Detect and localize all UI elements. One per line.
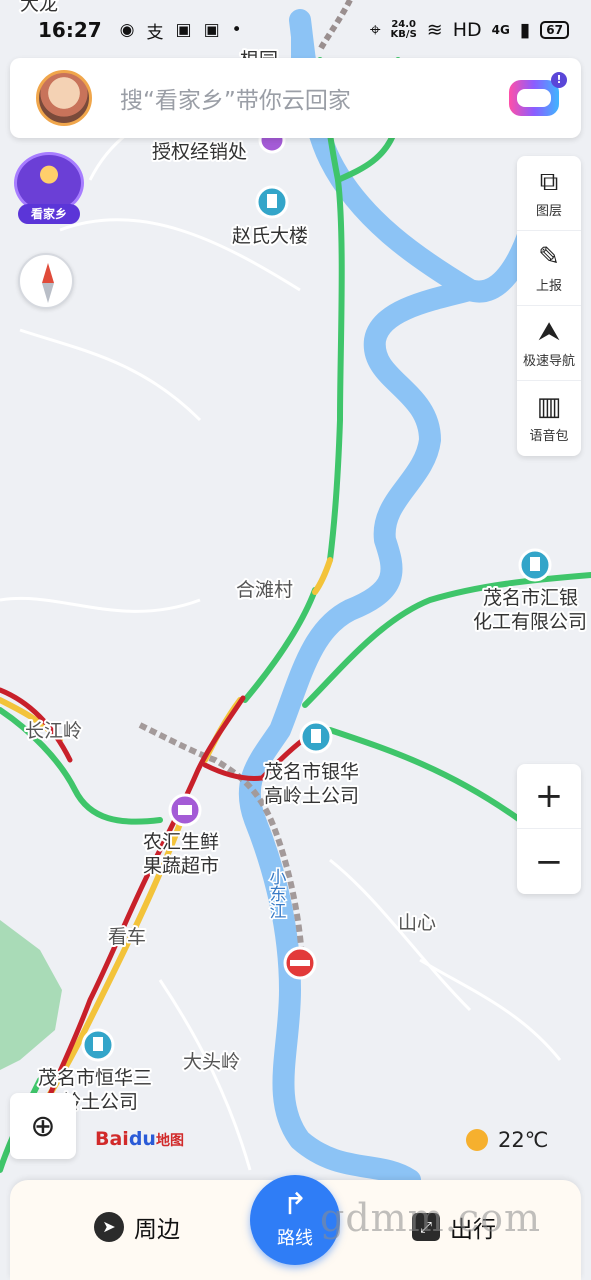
zoom-control: + − <box>517 764 581 894</box>
location-icon: ⌖ <box>369 19 381 41</box>
signal-icon: ▮ <box>519 19 531 41</box>
voice-pack-button[interactable]: ▥ 语音包 <box>517 381 581 456</box>
logo-map: 地图 <box>155 1133 184 1149</box>
avatar[interactable] <box>36 70 92 126</box>
nearby-button[interactable]: ➤ 周边 <box>94 1210 180 1244</box>
map-toolbar: ⧉ 图层 ✎ 上报 ⮝ 极速导航 ▥ 语音包 <box>517 156 581 456</box>
watermark: gdmm.com <box>320 1196 541 1240</box>
route-turn-arrow-icon: ↱ <box>282 1187 308 1222</box>
hd-label: HD <box>452 19 482 41</box>
map-label[interactable]: 农汇生鲜 <box>141 829 221 855</box>
battery-level: 67 <box>540 21 569 39</box>
map-label[interactable]: 茂名市恒华三 <box>36 1065 154 1091</box>
fast-navigation-button[interactable]: ⮝ 极速导航 <box>517 306 581 381</box>
navigation-arrow-icon: ⮝ <box>537 316 561 347</box>
wechat-icon: ◉ <box>119 20 135 40</box>
map-label[interactable]: 茂名市银华 <box>262 759 361 785</box>
zoom-in-button[interactable]: + <box>517 764 581 829</box>
app-icon: ▣ <box>203 20 220 40</box>
dot-icon: • <box>231 20 242 40</box>
map-canvas[interactable]: 大龙 根园 授权经销处 赵氏大楼 合滩村 茂名市汇银 化工有限公司 长江岭 茂名… <box>0 0 591 1280</box>
baidu-map-logo: Baidu地图 <box>95 1128 184 1150</box>
map-label: 看车 <box>108 926 146 948</box>
notification-badge: ! <box>551 72 567 88</box>
kanjiaxiang-label: 看家乡 <box>18 204 80 224</box>
logo-bai: Bai <box>95 1128 129 1150</box>
alipay-icon: 支 <box>146 22 164 43</box>
report-button[interactable]: ✎ 上报 <box>517 231 581 306</box>
map-label[interactable]: 授权经销处 <box>150 139 249 165</box>
weather-widget[interactable]: 22℃ <box>466 1128 548 1152</box>
poi-marker-huiyin <box>518 548 552 582</box>
map-label: 合滩村 <box>236 579 293 601</box>
net-speed: 24.0 KB/S <box>391 20 417 40</box>
voice-pack-icon: ▥ <box>536 392 562 422</box>
compass-icon[interactable] <box>18 253 74 309</box>
river-label: 小东江 <box>267 868 287 919</box>
crosshair-icon: ⊕ <box>30 1108 56 1144</box>
zoom-out-button[interactable]: − <box>517 829 581 894</box>
temperature: 22℃ <box>498 1128 549 1152</box>
tool-label: 语音包 <box>529 429 569 444</box>
locate-me-button[interactable]: ⊕ <box>10 1093 76 1159</box>
layers-icon: ⧉ <box>539 166 559 197</box>
partly-sunny-icon <box>466 1129 488 1151</box>
map-label[interactable]: 高岭土公司 <box>262 783 361 809</box>
status-bar: 16:27 ◉ 支 ▣ ▣ • ⌖ 24.0 KB/S ≋ HD 4G ▮ 67 <box>0 0 591 60</box>
report-edit-icon: ✎ <box>538 241 560 272</box>
compass-small-icon: ➤ <box>94 1212 124 1242</box>
status-time: 16:27 <box>38 18 102 42</box>
tool-label: 图层 <box>535 203 562 219</box>
poi-marker-henghua <box>81 1028 115 1062</box>
route-label: 路线 <box>277 1228 313 1249</box>
poi-marker-nonghui <box>168 793 202 827</box>
nearby-label: 周边 <box>134 1217 180 1243</box>
tool-label: 极速导航 <box>522 353 575 369</box>
tool-label: 上报 <box>535 278 562 294</box>
map-label: 山心 <box>398 912 436 934</box>
map-label[interactable]: 茂名市汇银 <box>481 585 580 611</box>
app-icon: ▣ <box>175 20 192 40</box>
map-label[interactable]: 果蔬超市 <box>141 853 221 879</box>
wifi-icon: ≋ <box>426 19 443 41</box>
kanjiaxiang-button[interactable]: 看家乡 <box>14 152 84 226</box>
search-bar[interactable]: 搜“看家乡”带你云回家 ! <box>10 58 581 138</box>
poi-marker-yinhua <box>299 720 333 754</box>
layers-button[interactable]: ⧉ 图层 <box>517 156 581 231</box>
map-label[interactable]: 化工有限公司 <box>471 609 589 635</box>
map-label: 长江岭 <box>25 720 82 742</box>
poi-marker-zhaoshi <box>255 185 289 219</box>
map-label: 大头岭 <box>183 1051 240 1073</box>
search-placeholder[interactable]: 搜“看家乡”带你云回家 <box>120 81 351 115</box>
net-speed-unit: KB/S <box>390 29 417 40</box>
logo-du: du <box>128 1128 156 1150</box>
network-label: 4G <box>491 23 510 37</box>
map-label[interactable]: 赵氏大楼 <box>230 223 310 249</box>
no-entry-sign-icon <box>283 946 317 980</box>
assistant-robot-icon[interactable]: ! <box>509 72 567 116</box>
